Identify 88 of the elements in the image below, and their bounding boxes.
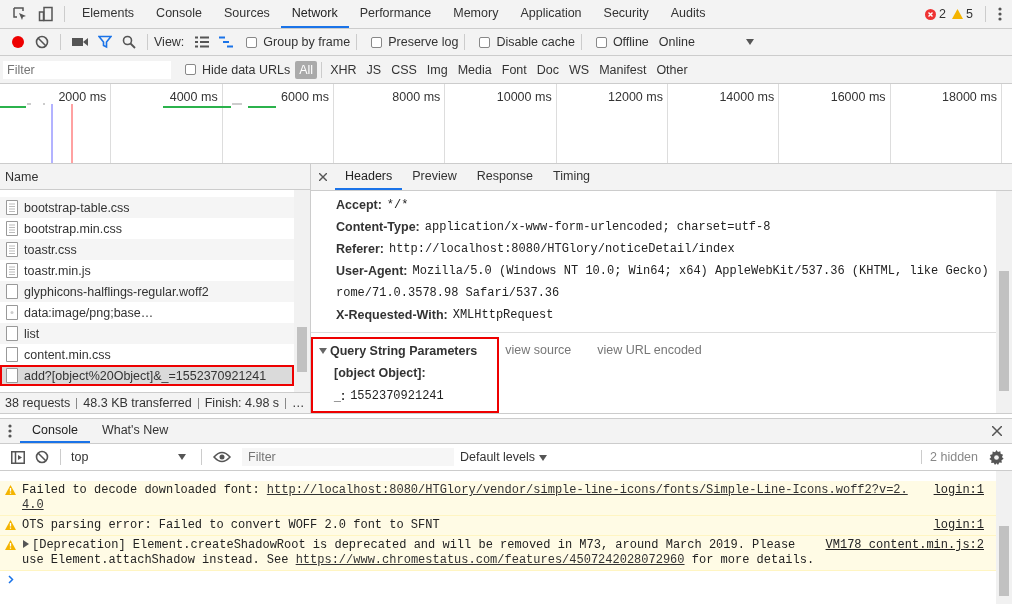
panel-tab[interactable]: Console [145, 0, 213, 28]
section-title[interactable]: Query String Parameters [319, 341, 478, 361]
source-link[interactable]: VM178 content.min.js:2 [825, 538, 984, 553]
detail-tab[interactable]: Headers [335, 164, 403, 190]
request-row[interactable]: list [0, 323, 294, 344]
type-filter[interactable]: WS [565, 60, 594, 79]
header-name: Referer: [336, 242, 384, 256]
hidden-count: 2 hidden [921, 450, 978, 464]
time-tick-label: 18000 ms [942, 90, 997, 104]
detail-tab[interactable]: Timing [543, 164, 601, 190]
request-row[interactable]: add?[object%20Object]&_=1552370921241 [0, 365, 294, 386]
header-name: X-Requested-With: [336, 308, 448, 322]
detail-tab[interactable]: Response [466, 164, 543, 190]
panel-tab[interactable]: Sources [213, 0, 281, 28]
view-link[interactable]: view source [499, 343, 572, 357]
message-text: for more details. [690, 553, 815, 567]
header-name: Content-Type: [336, 220, 420, 234]
header-value: XMLHttpRequest [452, 308, 554, 322]
request-row[interactable]: data:image/png;base… [0, 302, 294, 323]
error-count: 2 [939, 7, 947, 21]
filter-field[interactable]: Filter [242, 448, 454, 466]
summary-text: 38 requests [5, 396, 71, 410]
checkbox-label[interactable]: Group by frame [263, 35, 351, 49]
header-name: User-Agent: [336, 264, 408, 278]
type-filter[interactable]: Manifest [595, 60, 651, 79]
source-link[interactable]: login:1 [933, 483, 984, 498]
header-value: rome/71.0.3578.98 Safari/537.36 [336, 286, 560, 300]
source-link[interactable]: login:1 [933, 518, 984, 533]
request-row[interactable]: bootstrap.min.css [0, 218, 294, 239]
checkbox-label[interactable]: Disable cache [496, 35, 575, 49]
summary-text: 48.3 KB transferred [83, 396, 192, 410]
type-filter[interactable]: Font [497, 60, 531, 79]
panel-tab[interactable]: Memory [442, 0, 510, 28]
type-filter[interactable]: JS [362, 60, 386, 79]
panel-tab[interactable]: Security [592, 0, 660, 28]
panel-tab[interactable]: Audits [659, 0, 717, 28]
message-link[interactable]: http://localhost:8080/HTGlory/vendor/simple-line-icons/fonts/Simple-Line-Icons.woff2?v=2. [266, 483, 908, 497]
checkbox-label[interactable]: Hide data URLs [202, 62, 291, 77]
type-filter[interactable]: Other [652, 60, 692, 79]
header-value: application/x-www-form-urlencoded; charset=utf-8 [424, 220, 771, 234]
log-levels-select[interactable]: Default levels [460, 450, 553, 464]
header-name: Accept: [336, 198, 382, 212]
panel-tab[interactable]: Performance [348, 0, 443, 28]
header-value: Mozilla/5.0 (Windows NT 10.0; Win64; x64) AppleWebKit/537.36 (KHTML, like Gecko) [412, 264, 989, 278]
panel-tab[interactable]: Elements [71, 0, 146, 28]
message-text: OTS parsing error: Failed to convert WOFF 2.0 font to SFNT [22, 518, 440, 532]
detail-tab[interactable]: Preview [402, 164, 467, 190]
param-name: [object Object]: [334, 365, 426, 380]
header-value: http://localhost:8080/HTGlory/noticeDetail/index [388, 242, 735, 256]
view-link[interactable]: view URL encoded [591, 343, 702, 357]
request-row[interactable]: toastr.min.js [0, 260, 294, 281]
column-header[interactable]: Name [5, 169, 39, 184]
type-filter[interactable]: Doc [532, 60, 563, 79]
request-row[interactable]: content.min.css [0, 344, 294, 365]
request-row[interactable]: toastr.css [0, 239, 294, 260]
time-tick-label: 16000 ms [830, 90, 886, 104]
header-value: */* [386, 198, 409, 212]
context-select[interactable]: top [67, 450, 195, 464]
type-filter[interactable]: XHR [326, 60, 361, 79]
panel-tab[interactable]: Application [509, 0, 593, 28]
type-filter[interactable]: Img [422, 60, 452, 79]
time-tick-label: 14000 ms [719, 90, 775, 104]
warning-count: 5 [966, 7, 973, 21]
message-text: [Deprecation] Element.createShadowRoot is deprecated and will be removed in M73, around March 2019. Please [32, 538, 796, 552]
message-link[interactable]: 4.0 [22, 498, 44, 512]
message-link[interactable]: https://www.chromestatus.com/features/4507242028072960 [295, 553, 685, 567]
param-value: 1552370921241 [350, 388, 444, 403]
message-text: Failed to decode downloaded font: [22, 483, 261, 497]
summary-text: Finish: 4.98 s [204, 396, 280, 410]
type-filter[interactable]: Media [453, 60, 496, 79]
time-tick-label: 4000 ms [169, 90, 218, 104]
time-tick-label: 12000 ms [608, 90, 663, 104]
throttling-select[interactable]: Online [658, 35, 754, 49]
view-label: View: [154, 35, 185, 49]
request-row[interactable]: glyphicons-halflings-regular.woff2 [0, 281, 294, 302]
request-row[interactable]: bootstrap-table.css [0, 197, 294, 218]
time-tick-label: 2000 ms [58, 90, 107, 104]
filter-field[interactable]: Filter [3, 60, 171, 79]
type-filter[interactable]: CSS [387, 60, 421, 79]
time-tick-label: 8000 ms [392, 90, 441, 104]
checkbox-label[interactable]: Offline [612, 35, 649, 49]
time-tick-label: 10000 ms [496, 90, 552, 104]
summary-text: … [292, 396, 305, 410]
checkbox-label[interactable]: Preserve log [388, 35, 459, 49]
drawer-tab[interactable]: What's New [89, 419, 181, 443]
param-name: _: [334, 388, 346, 403]
time-tick-label: 6000 ms [281, 90, 329, 104]
message-text: use Element.attachShadow instead. See [22, 553, 290, 567]
